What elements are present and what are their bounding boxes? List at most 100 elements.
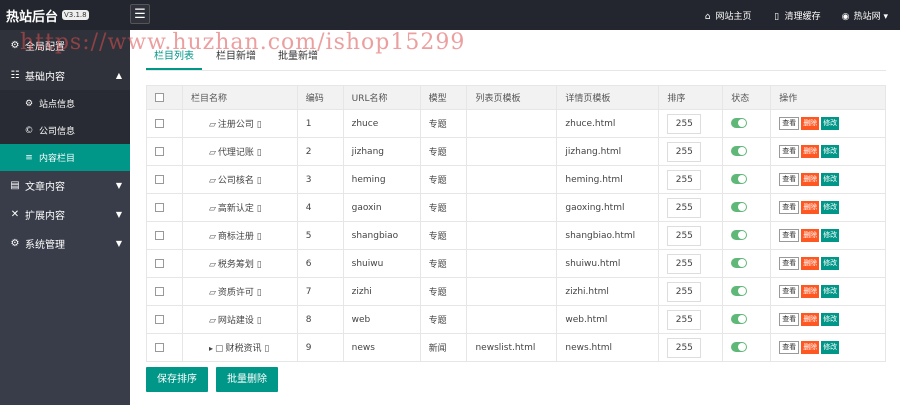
tab-batch-add[interactable]: 批量新增 xyxy=(270,48,326,70)
column-name[interactable]: 代理记账 xyxy=(218,148,254,158)
delete-button[interactable]: 删除 xyxy=(801,341,820,354)
save-sort-button[interactable]: 保存排序 xyxy=(146,367,208,392)
delete-button[interactable]: 删除 xyxy=(801,285,820,298)
column-name[interactable]: 资质许可 xyxy=(218,288,254,298)
chevron-down-icon: ▼ xyxy=(115,210,122,219)
list-template-cell xyxy=(466,277,558,306)
view-button[interactable]: 查看 xyxy=(779,341,800,354)
tab-column-add[interactable]: 栏目新增 xyxy=(208,48,264,70)
delete-button[interactable]: 删除 xyxy=(801,145,820,158)
sort-input[interactable]: 255 xyxy=(667,253,702,274)
delete-button[interactable]: 删除 xyxy=(801,201,820,214)
status-toggle[interactable] xyxy=(731,342,748,353)
status-toggle[interactable] xyxy=(731,258,748,269)
edit-button[interactable]: 修改 xyxy=(821,117,840,130)
detail-template-cell: shuiwu.html xyxy=(556,249,660,278)
row-select-cell xyxy=(146,305,183,334)
sort-cell: 255 xyxy=(658,333,724,362)
sidebar-item-company-info[interactable]: © 公司信息 xyxy=(0,117,130,144)
sidebar-group-system[interactable]: ⚙ 系统管理 ▼ xyxy=(0,229,130,258)
column-name[interactable]: 公司核名 xyxy=(218,176,254,186)
delete-button[interactable]: 删除 xyxy=(801,229,820,242)
code-cell: 9 xyxy=(296,333,344,362)
edit-button[interactable]: 修改 xyxy=(821,285,840,298)
edit-button[interactable]: 修改 xyxy=(821,201,840,214)
clear-cache-link[interactable]: ▯ 清理缓存 xyxy=(772,9,821,22)
column-name[interactable]: 高新认定 xyxy=(218,204,254,214)
row-checkbox[interactable] xyxy=(155,118,164,128)
user-menu[interactable]: ◉ 热站网 ▾ xyxy=(841,9,888,22)
app-title: 热站后台 xyxy=(6,9,59,25)
home-link[interactable]: ⌂ 网站主页 xyxy=(703,9,752,22)
edit-button[interactable]: 修改 xyxy=(821,229,840,242)
row-checkbox[interactable] xyxy=(155,258,164,268)
sort-input[interactable]: 255 xyxy=(667,309,702,330)
page-icon: ▯ xyxy=(256,260,262,270)
sort-input[interactable]: 255 xyxy=(667,141,702,162)
status-toggle[interactable] xyxy=(731,146,748,157)
detail-template-cell: shangbiao.html xyxy=(556,221,660,250)
code-cell: 5 xyxy=(296,221,344,250)
status-toggle[interactable] xyxy=(731,314,748,325)
sort-input[interactable]: 255 xyxy=(667,225,702,246)
sidebar-item-content-columns[interactable]: ≡ 内容栏目 xyxy=(0,144,130,171)
status-cell xyxy=(722,305,772,334)
sort-input[interactable]: 255 xyxy=(667,197,702,218)
sort-input[interactable]: 255 xyxy=(667,337,702,358)
row-checkbox[interactable] xyxy=(155,230,164,240)
view-button[interactable]: 查看 xyxy=(779,201,800,214)
status-toggle[interactable] xyxy=(731,286,748,297)
sort-input[interactable]: 255 xyxy=(667,281,702,302)
view-button[interactable]: 查看 xyxy=(779,145,800,158)
edit-button[interactable]: 修改 xyxy=(821,341,840,354)
row-checkbox[interactable] xyxy=(155,146,164,156)
batch-delete-button[interactable]: 批量删除 xyxy=(216,367,278,392)
status-cell xyxy=(722,221,772,250)
delete-button[interactable]: 删除 xyxy=(801,313,820,326)
sidebar-group-extensions[interactable]: ✕ 扩展内容 ▼ xyxy=(0,200,130,229)
column-name[interactable]: 商标注册 xyxy=(218,232,254,242)
row-checkbox[interactable] xyxy=(155,342,164,352)
status-toggle[interactable] xyxy=(731,230,748,241)
menu-toggle-icon[interactable]: ☰ xyxy=(130,4,150,24)
delete-button[interactable]: 删除 xyxy=(801,173,820,186)
edit-button[interactable]: 修改 xyxy=(821,257,840,270)
sidebar-item-site-info[interactable]: ⚙ 站点信息 xyxy=(0,90,130,117)
view-button[interactable]: 查看 xyxy=(779,173,800,186)
delete-button[interactable]: 删除 xyxy=(801,257,820,270)
row-checkbox[interactable] xyxy=(155,314,164,324)
select-all-checkbox[interactable] xyxy=(155,92,164,102)
page-icon: ▯ xyxy=(256,148,262,158)
code-cell: 1 xyxy=(296,109,344,138)
sort-input[interactable]: 255 xyxy=(667,113,702,134)
column-name[interactable]: 税务筹划 xyxy=(218,260,254,270)
column-name[interactable]: 财税资讯 xyxy=(225,344,261,354)
gear-icon: ⚙ xyxy=(10,238,20,249)
sidebar-group-basic[interactable]: ☷ 基础内容 ▲ xyxy=(0,60,130,90)
brand[interactable]: 热站后台 V3.1.8 xyxy=(0,0,130,30)
status-toggle[interactable] xyxy=(731,118,748,129)
edit-button[interactable]: 修改 xyxy=(821,145,840,158)
expand-arrow-icon[interactable]: ▸ xyxy=(209,344,213,353)
view-button[interactable]: 查看 xyxy=(779,313,800,326)
delete-button[interactable]: 删除 xyxy=(801,117,820,130)
sidebar-group-articles[interactable]: ▤ 文章内容 ▼ xyxy=(0,171,130,200)
status-toggle[interactable] xyxy=(731,202,748,213)
url-cell: jizhang xyxy=(342,137,421,166)
edit-button[interactable]: 修改 xyxy=(821,313,840,326)
edit-button[interactable]: 修改 xyxy=(821,173,840,186)
row-checkbox[interactable] xyxy=(155,202,164,212)
view-button[interactable]: 查看 xyxy=(779,285,800,298)
sidebar-item-global-config[interactable]: ⚙ 全局配置 xyxy=(0,30,130,60)
row-checkbox[interactable] xyxy=(155,174,164,184)
status-toggle[interactable] xyxy=(731,174,748,185)
view-button[interactable]: 查看 xyxy=(779,257,800,270)
view-button[interactable]: 查看 xyxy=(779,117,800,130)
tab-column-list[interactable]: 栏目列表 xyxy=(146,48,202,70)
row-checkbox[interactable] xyxy=(155,286,164,296)
column-name[interactable]: 网站建设 xyxy=(218,316,254,326)
view-button[interactable]: 查看 xyxy=(779,229,800,242)
sort-input[interactable]: 255 xyxy=(667,169,702,190)
column-name[interactable]: 注册公司 xyxy=(218,120,254,130)
sort-cell: 255 xyxy=(658,165,724,194)
